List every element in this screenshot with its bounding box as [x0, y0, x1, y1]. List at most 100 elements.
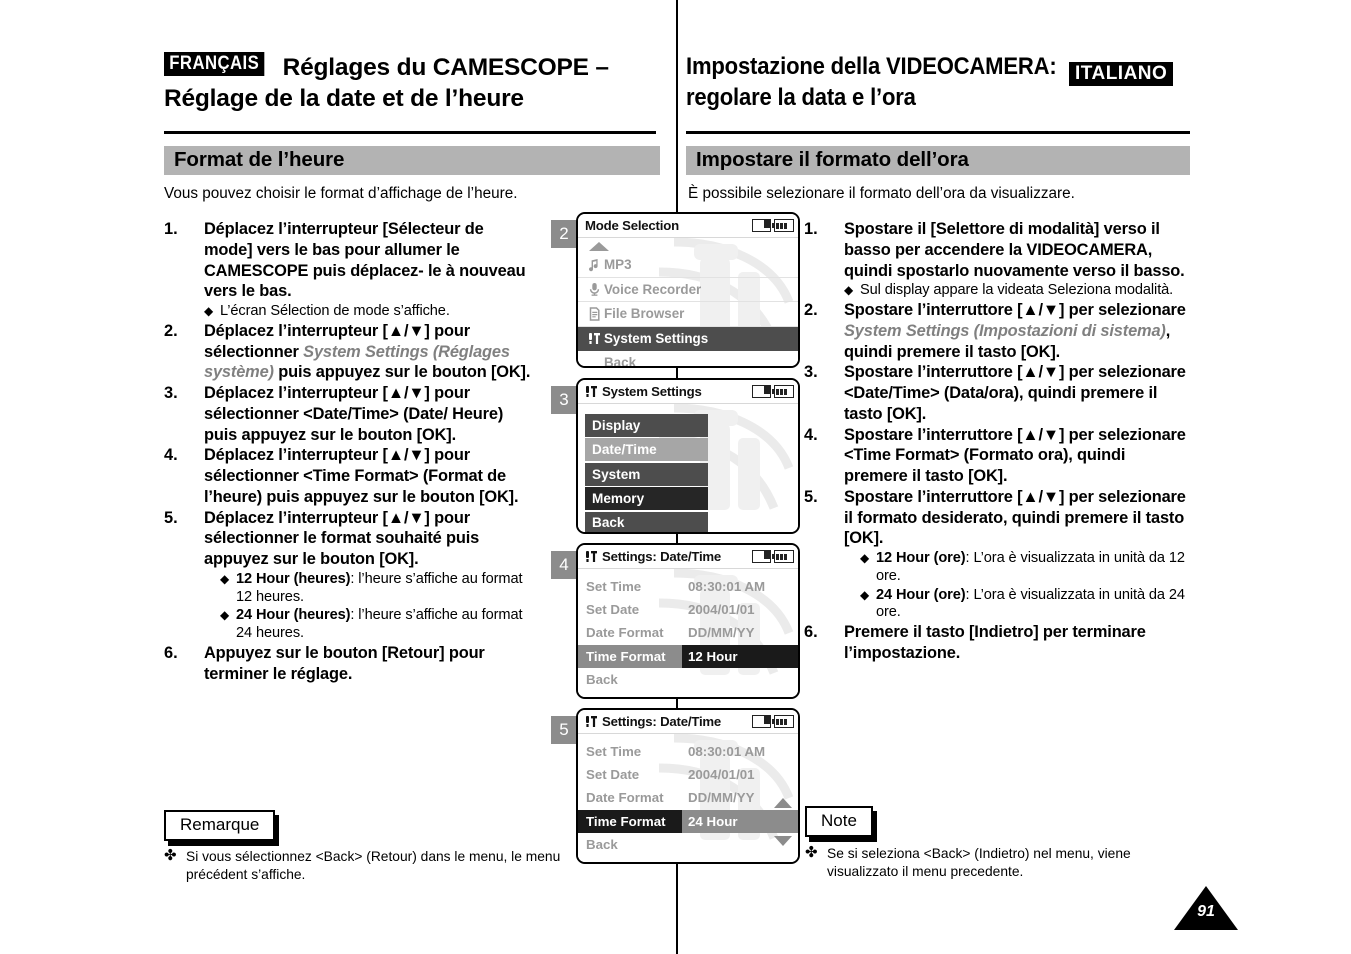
step-sub-text: 12 Hour (ore): L’ora è visualizzata in u… — [876, 550, 1192, 586]
menu-item-back[interactable]: Back — [578, 351, 798, 368]
step-text-main: Déplacez l’interrupteur [▲/▼] pour sélec… — [204, 446, 519, 506]
step-text: Déplacez l’interrupteur [▲/▼] pour sélec… — [204, 383, 536, 445]
language-badge-italian-wrap: ITALIANO — [1069, 62, 1174, 90]
step-number: 4. — [164, 446, 178, 465]
document-icon — [585, 307, 604, 321]
step-text: Spostare l’interruttore [▲/▼] per selezi… — [844, 300, 1192, 362]
note-label-french: Remarque — [164, 810, 276, 842]
step-list-french: 1. Déplacez l’interrupteur [Sélecteur de … — [164, 219, 536, 684]
scroll-down-arrow-icon[interactable] — [774, 836, 792, 846]
step-text-main: Appuyez sur le bouton [Retour] pour term… — [204, 643, 485, 683]
lcd-title-bar: Mode Selection — [578, 214, 798, 238]
step-sub-item: ◆ Sul display appare la videata Seleziona… — [844, 282, 1192, 300]
note-box-italian: Note — [805, 806, 877, 843]
step-sub-text: Sul display appare la videata Seleziona … — [860, 282, 1174, 299]
language-badge-italian: ITALIANO — [1069, 62, 1174, 86]
step-text-main: Spostare l’interruttore [▲/▼] per selezi… — [844, 425, 1186, 486]
intro-text-french: Vous pouvez choisir le format d’affichag… — [164, 185, 518, 202]
step-sub-item: ◆ 24 Hour (ore): L’ora è visualizzata in … — [860, 587, 1192, 623]
step-text: Spostare l’interruttore [▲/▼] per selezi… — [844, 362, 1192, 424]
menu-item-label: System Settings — [604, 330, 709, 346]
menu-item-system-settings[interactable]: System Settings — [578, 326, 798, 351]
datetime-row-set-time[interactable]: Set Time 08:30:01 AM — [578, 575, 798, 598]
lcd-status-icons — [751, 385, 794, 398]
settings-button-system[interactable]: System — [585, 462, 708, 486]
datetime-row-label: Time Format — [578, 644, 682, 668]
settings-button-date-time[interactable]: Date/Time — [585, 438, 708, 462]
lcd-title-bar: Settings: Date/Time — [578, 545, 798, 569]
lcd-body: Set Time 08:30:01 AM Set Date 2004/01/01 Dat… — [578, 734, 798, 856]
tools-icon — [589, 332, 600, 344]
step-sub-text: 24 Hour (heures): l’heure s’affiche au f… — [236, 607, 536, 643]
datetime-row-value — [682, 668, 798, 691]
step-text: Premere il tasto [Indietro] per terminar… — [844, 622, 1192, 664]
datetime-row-time-format[interactable]: Time Format 12 Hour — [578, 644, 798, 668]
datetime-row-value: DD/MM/YY — [688, 625, 755, 641]
step-sub-item: ◆ L’écran Sélection de mode s’affiche. — [204, 303, 536, 321]
settings-button-label: Back — [592, 515, 625, 531]
lcd-screen: Mode Selection MP3 Voice Recorder File Bro… — [576, 212, 800, 368]
step-item: 3. Spostare l’interruttore [▲/▼] per sele… — [804, 362, 1192, 424]
tools-icon — [585, 332, 604, 345]
lcd-inner: Settings: Date/Time Set Time 08:30:01 AM S… — [578, 710, 798, 862]
lcd-screen: System Settings Display Date/Time System Me… — [576, 378, 800, 534]
step-item: 1. Déplacez l’interrupteur [Sélecteur de … — [164, 219, 536, 321]
datetime-row-date-format[interactable]: Date Format DD/MM/YY — [578, 621, 798, 644]
battery-icon — [771, 550, 794, 563]
menu-item-label: File Browser — [604, 306, 685, 322]
step-list-italian: 1. Spostare il [Selettore di modalità] ve… — [804, 219, 1192, 664]
step-sub-item: ◆ 12 Hour (heures): l’heure s’affiche au … — [220, 571, 536, 607]
datetime-row-back[interactable]: Back — [578, 668, 798, 691]
scroll-up-arrow-icon[interactable] — [774, 798, 792, 808]
screen-step-badge: 2 — [551, 220, 577, 248]
step-text: Déplacez l’interrupteur [▲/▼] pour sélec… — [204, 508, 536, 643]
intro-text-italian: È possibile selezionare il formato dell’… — [688, 185, 1075, 202]
section-bar-italian: Impostare il formato dell’ora — [686, 146, 1190, 175]
datetime-row-time-format[interactable]: Time Format 24 Hour — [578, 809, 798, 833]
menu-item-voice-recorder[interactable]: Voice Recorder — [578, 278, 798, 302]
battery-icon — [771, 385, 794, 398]
music-note-icon — [589, 258, 598, 271]
battery-icon — [771, 219, 794, 232]
section-heading-french: Format de l’heure — [174, 148, 345, 171]
lcd-title-bar: System Settings — [578, 380, 798, 404]
datetime-row-set-time[interactable]: Set Time 08:30:01 AM — [578, 740, 798, 763]
settings-button-back[interactable]: Back — [585, 511, 708, 532]
step-item: 5. Spostare l’interruttore [▲/▼] per sele… — [804, 487, 1192, 622]
datetime-row-set-date[interactable]: Set Date 2004/01/01 — [578, 763, 798, 786]
datetime-row-date-format[interactable]: Date Format DD/MM/YY — [578, 786, 798, 809]
lcd-screen: Settings: Date/Time Set Time 08:30:01 AM S… — [576, 708, 800, 864]
diamond-bullet-icon: ◆ — [860, 587, 870, 602]
screen-step-badge: 3 — [551, 386, 577, 414]
datetime-row-set-date[interactable]: Set Date 2004/01/01 — [578, 598, 798, 621]
step-number: 1. — [804, 220, 818, 238]
lcd-inner: Mode Selection MP3 Voice Recorder File Bro… — [578, 214, 798, 366]
step-item: 4. Déplacez l’interrupteur [▲/▼] pour sél… — [164, 445, 536, 507]
lcd-inner: Settings: Date/Time Set Time 08:30:01 AM S… — [578, 545, 798, 697]
step-number: 6. — [164, 643, 178, 662]
step-item: 4. Spostare l’interruttore [▲/▼] per sele… — [804, 425, 1192, 487]
datetime-row-back[interactable]: Back — [578, 833, 798, 856]
settings-button-display[interactable]: Display — [585, 414, 708, 437]
screen-step-badge: 4 — [551, 551, 577, 579]
settings-button-memory[interactable]: Memory — [585, 487, 708, 510]
menu-item-mp3[interactable]: MP3 — [578, 253, 798, 278]
step-sub-item: ◆ 24 Hour (heures): l’heure s’affiche au … — [220, 607, 536, 643]
settings-button-label: Display — [592, 417, 641, 433]
step-item: 1. Spostare il [Selettore di modalità] ve… — [804, 219, 1192, 300]
datetime-row-label: Set Time — [586, 579, 642, 595]
tools-icon — [586, 386, 597, 397]
datetime-row-label: Time Format — [578, 809, 682, 833]
tools-icon — [585, 385, 598, 398]
step-text-main: Déplacez l’interrupteur [Sélecteur de mo… — [204, 220, 526, 301]
header-rule-french — [164, 131, 656, 134]
menu-item-label: MP3 — [604, 257, 632, 273]
memory-card-icon — [751, 715, 771, 728]
menu-item-label: Back — [604, 355, 637, 368]
scroll-up-arrow-icon[interactable] — [589, 242, 609, 251]
step-text: Déplacez l’interrupteur [▲/▼] pour sélec… — [204, 445, 536, 507]
note-text-italian: ✤ Se si seleziona <Back> (Indietro) nel … — [805, 844, 1205, 882]
lcd-status-icons — [751, 219, 794, 232]
lcd-title: Settings: Date/Time — [602, 714, 722, 729]
menu-item-file-browser[interactable]: File Browser — [578, 302, 798, 327]
